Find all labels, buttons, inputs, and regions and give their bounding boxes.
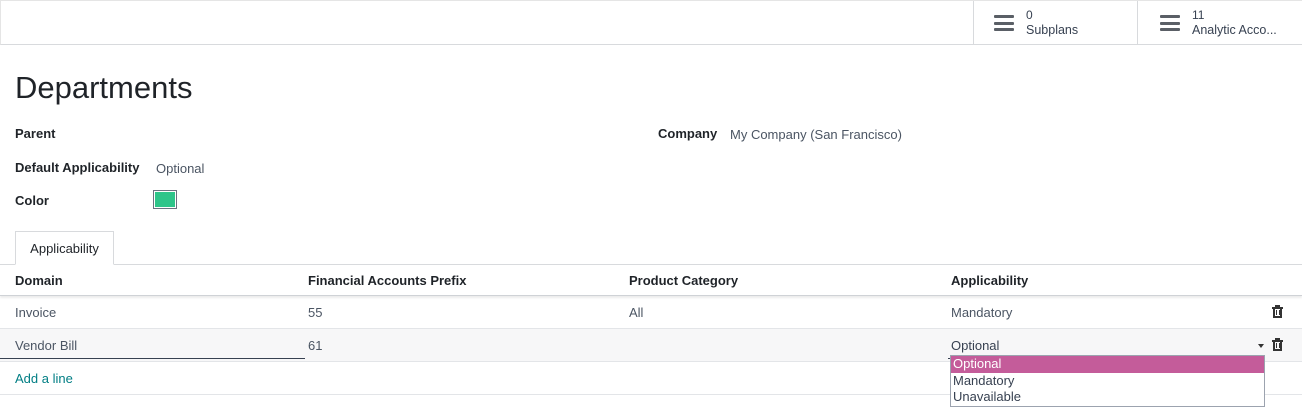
default-applicability-field[interactable]: Optional — [156, 161, 204, 176]
tab-applicability[interactable]: Applicability — [15, 231, 114, 265]
domain-field-underline — [0, 358, 305, 359]
cell-category: All — [629, 305, 644, 320]
cell-prefix: 55 — [308, 305, 323, 320]
analytic-accounts-count: 11 — [1192, 8, 1205, 22]
add-line-link[interactable]: Add a line — [15, 371, 73, 386]
cell-domain: Vendor Bill — [15, 338, 78, 353]
subplans-count: 0 — [1026, 8, 1033, 22]
record-title[interactable]: Departments — [15, 70, 192, 106]
parent-label: Parent — [15, 126, 56, 141]
parent-field[interactable] — [156, 126, 636, 142]
smart-buttons-bar: 0 Subplans 11 Analytic Acco... — [0, 0, 1302, 45]
option-mandatory[interactable]: Mandatory — [951, 373, 1264, 390]
delete-row-icon[interactable] — [1272, 305, 1283, 318]
option-optional[interactable]: Optional — [951, 356, 1264, 373]
list-icon — [1160, 15, 1180, 31]
default-applicability-label: Default Applicability — [15, 160, 140, 175]
notebook-tabs: Applicability — [0, 231, 1302, 265]
cell-domain: Invoice — [15, 305, 57, 320]
option-unavailable[interactable]: Unavailable — [951, 389, 1264, 406]
cell-prefix: 61 — [308, 338, 323, 353]
subplans-button[interactable]: 0 Subplans — [973, 1, 1137, 45]
color-swatch[interactable] — [153, 190, 177, 209]
column-header-category[interactable]: Product Category — [629, 273, 738, 288]
subplans-label: Subplans — [1026, 23, 1079, 37]
delete-row-icon[interactable] — [1272, 338, 1283, 351]
list-icon — [994, 15, 1014, 31]
column-header-domain[interactable]: Domain — [15, 273, 63, 288]
table-header: Domain Financial Accounts Prefix Product… — [0, 264, 1302, 296]
analytic-accounts-button[interactable]: 11 Analytic Acco... — [1137, 1, 1302, 45]
company-label: Company — [658, 126, 718, 141]
applicability-dropdown: Optional Mandatory Unavailable — [950, 355, 1265, 407]
column-header-prefix[interactable]: Financial Accounts Prefix — [308, 273, 466, 288]
table-row[interactable]: Invoice 55 All Mandatory — [0, 296, 1302, 329]
caret-down-icon — [1258, 344, 1264, 348]
cell-applicability: Mandatory — [951, 305, 1013, 320]
column-header-applicability[interactable]: Applicability — [951, 273, 1028, 288]
color-label: Color — [15, 193, 49, 208]
applicability-select-value: Optional — [951, 338, 1000, 353]
analytic-accounts-label: Analytic Acco... — [1192, 23, 1277, 37]
company-field[interactable]: My Company (San Francisco) — [730, 127, 902, 142]
